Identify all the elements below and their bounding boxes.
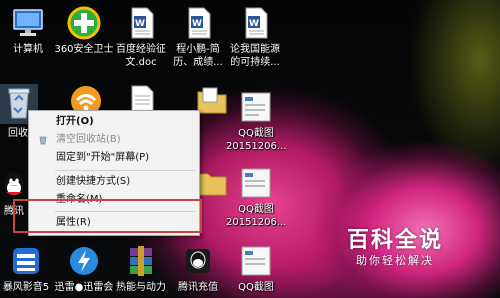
word-doc-icon: W (124, 6, 158, 40)
folder-icon (195, 84, 229, 118)
icon-label-line1: 程小鹏-简 (176, 44, 220, 55)
icon-label: 迅雷●迅雷会 (54, 282, 114, 293)
word-doc-icon: W (238, 6, 272, 40)
folder-icon (195, 166, 229, 200)
desktop-icon-energy-doc[interactable]: W 论我国能源 的可持续... (225, 6, 285, 69)
icon-label-line2: 20151206... (226, 141, 286, 152)
icon-label: 腾讯充值 (178, 282, 218, 293)
desktop-icon-qq-screenshot-3[interactable]: QQ截图 (226, 244, 286, 294)
icon-label-line2: 历、成绩... (173, 57, 223, 68)
desktop-icon-computer[interactable]: 计算机 (0, 6, 58, 56)
menu-item-create-shortcut[interactable]: 创建快捷方式(S) (29, 174, 199, 190)
desktop: 计算机 360安全卫士 W 百度经验征 文.doc W 程小鹏-简 历、成绩..… (0, 0, 500, 298)
icon-label-line1: QQ截图 (238, 204, 274, 215)
qq-screenshot-icon (239, 90, 273, 124)
menu-item-open[interactable]: 打开(O) (29, 114, 199, 130)
icon-label: 360安全卫士 (54, 44, 114, 55)
highlight-box (13, 199, 202, 233)
svg-text:W: W (192, 19, 202, 29)
icon-label-line1: 论我国能源 (230, 44, 280, 55)
qq-screenshot-icon (239, 244, 273, 278)
winrar-icon (124, 244, 158, 278)
qq-screenshot-icon (239, 166, 273, 200)
icon-label: 热能与动力 (116, 282, 166, 293)
svg-text:W: W (249, 19, 259, 29)
word-doc-icon: W (181, 6, 215, 40)
computer-icon (11, 6, 45, 40)
desktop-icon-360[interactable]: 360安全卫士 (54, 6, 114, 56)
icon-label: QQ截图 (238, 282, 274, 293)
icon-label-line2: 文.doc (125, 57, 157, 68)
tencent-recharge-icon (181, 244, 215, 278)
watermark: 百科全说 助你轻松解决 (330, 222, 460, 272)
icon-label-line1: 百度经验征 (116, 44, 166, 55)
icon-label: 计算机 (13, 44, 43, 55)
desktop-icon-winrar[interactable]: 热能与动力 (111, 244, 171, 294)
menu-item-empty-recycle-bin[interactable]: 清空回收站(B) (29, 132, 199, 148)
baofeng-icon (9, 244, 43, 278)
desktop-icon-baidu-doc[interactable]: W 百度经验征 文.doc (111, 6, 171, 69)
watermark-subtitle: 助你轻松解决 (356, 254, 434, 267)
desktop-icon-tencent-recharge[interactable]: 腾讯充值 (168, 244, 228, 294)
desktop-icon-xunlei[interactable]: 迅雷●迅雷会 (54, 244, 114, 294)
svg-text:W: W (135, 19, 145, 29)
watermark-title: 百科全说 (346, 228, 443, 253)
desktop-icon-resume-doc[interactable]: W 程小鹏-简 历、成绩... (168, 6, 228, 69)
icon-label-line2: 20151206... (226, 217, 286, 228)
icon-label-line2: 的可持续... (230, 57, 280, 68)
desktop-icon-qq-screenshot-2[interactable]: QQ截图 20151206... (226, 166, 286, 229)
icon-label: 暴风影音5 (2, 282, 50, 293)
qq-icon (0, 168, 31, 202)
xunlei-icon (67, 244, 101, 278)
menu-item-pin-to-start[interactable]: 固定到"开始"屏幕(P) (29, 150, 199, 166)
desktop-icon-qq-screenshot-1[interactable]: QQ截图 20151206... (226, 90, 286, 153)
menu-separator (55, 170, 195, 171)
icon-label-line1: QQ截图 (238, 128, 274, 139)
360-security-icon (67, 6, 101, 40)
recycle-bin-small-icon (38, 135, 48, 145)
desktop-icon-baofeng[interactable]: 暴风影音5 (0, 244, 56, 294)
